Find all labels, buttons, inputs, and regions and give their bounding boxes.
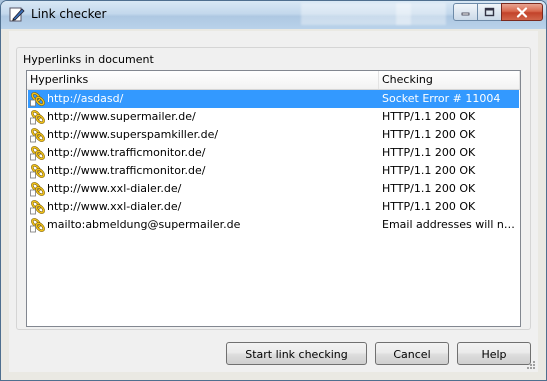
table-row[interactable]: http://www.supermailer.de/ HTTP/1.1 200 … bbox=[28, 108, 519, 126]
hyperlink-list[interactable]: Hyperlinks Checking http://asdasd/ Socke… bbox=[26, 70, 521, 327]
chain-link-icon bbox=[30, 128, 45, 143]
title-bar[interactable]: Link checker bbox=[1, 1, 546, 29]
chain-link-icon bbox=[30, 164, 45, 179]
column-header-checking[interactable]: Checking bbox=[379, 71, 520, 89]
row-status: HTTP/1.1 200 OK bbox=[382, 146, 476, 159]
resize-grip-icon[interactable] bbox=[526, 360, 536, 370]
chain-link-icon bbox=[30, 218, 45, 233]
table-row[interactable]: http://www.trafficmonitor.de/ HTTP/1.1 2… bbox=[28, 162, 519, 180]
row-status: Email addresses will not be checked bbox=[382, 218, 518, 231]
chain-link-icon bbox=[30, 182, 45, 197]
chain-link-icon bbox=[30, 200, 45, 215]
row-hyperlink: http://www.trafficmonitor.de/ bbox=[47, 146, 206, 159]
table-row[interactable]: http://www.xxl-dialer.de/ HTTP/1.1 200 O… bbox=[28, 198, 519, 216]
link-checker-window: Link checker Hyperlinks in document Hype… bbox=[0, 0, 547, 381]
row-status: HTTP/1.1 200 OK bbox=[382, 182, 476, 195]
dialog-body: Hyperlinks in document Hyperlinks Checki… bbox=[9, 31, 538, 372]
row-hyperlink: http://www.xxl-dialer.de/ bbox=[47, 182, 182, 195]
row-status: HTTP/1.1 200 OK bbox=[382, 128, 476, 141]
group-label: Hyperlinks in document bbox=[23, 53, 154, 66]
cancel-button[interactable]: Cancel bbox=[375, 342, 449, 365]
chain-link-icon bbox=[30, 92, 45, 107]
table-row[interactable]: http://www.trafficmonitor.de/ HTTP/1.1 2… bbox=[28, 144, 519, 162]
chain-link-icon bbox=[30, 110, 45, 125]
row-hyperlink: http://www.supermailer.de/ bbox=[47, 110, 196, 123]
close-button[interactable] bbox=[501, 3, 543, 21]
table-row[interactable]: http://www.superspamkiller.de/ HTTP/1.1 … bbox=[28, 126, 519, 144]
chain-link-icon bbox=[30, 146, 45, 161]
maximize-icon bbox=[484, 7, 495, 17]
row-hyperlink: http://www.trafficmonitor.de/ bbox=[47, 164, 206, 177]
row-status: HTTP/1.1 200 OK bbox=[382, 110, 476, 123]
minimize-button[interactable] bbox=[453, 3, 478, 21]
row-hyperlink: mailto:abmeldung@supermailer.de bbox=[47, 218, 241, 231]
row-status: Socket Error # 11004 bbox=[382, 92, 501, 105]
link-checker-app-icon bbox=[9, 7, 25, 22]
minimize-icon bbox=[461, 12, 470, 16]
titlebar-glass-reflection bbox=[396, 3, 446, 25]
window-title: Link checker bbox=[31, 7, 107, 21]
maximize-button[interactable] bbox=[477, 3, 502, 21]
start-link-checking-button[interactable]: Start link checking bbox=[226, 342, 367, 365]
list-header: Hyperlinks Checking bbox=[27, 71, 520, 90]
row-hyperlink: http://www.xxl-dialer.de/ bbox=[47, 200, 182, 213]
close-icon bbox=[516, 6, 528, 18]
row-status: HTTP/1.1 200 OK bbox=[382, 164, 476, 177]
table-row[interactable]: mailto:abmeldung@supermailer.de Email ad… bbox=[28, 216, 519, 234]
row-hyperlink: http://www.superspamkiller.de/ bbox=[47, 128, 219, 141]
table-row[interactable]: http://asdasd/ Socket Error # 11004 bbox=[28, 90, 519, 108]
column-header-hyperlinks[interactable]: Hyperlinks bbox=[27, 71, 379, 89]
row-hyperlink: http://asdasd/ bbox=[47, 92, 124, 105]
help-button[interactable]: Help bbox=[457, 342, 531, 365]
table-row[interactable]: http://www.xxl-dialer.de/ HTTP/1.1 200 O… bbox=[28, 180, 519, 198]
titlebar-glass-reflection bbox=[301, 3, 411, 25]
row-status: HTTP/1.1 200 OK bbox=[382, 200, 476, 213]
